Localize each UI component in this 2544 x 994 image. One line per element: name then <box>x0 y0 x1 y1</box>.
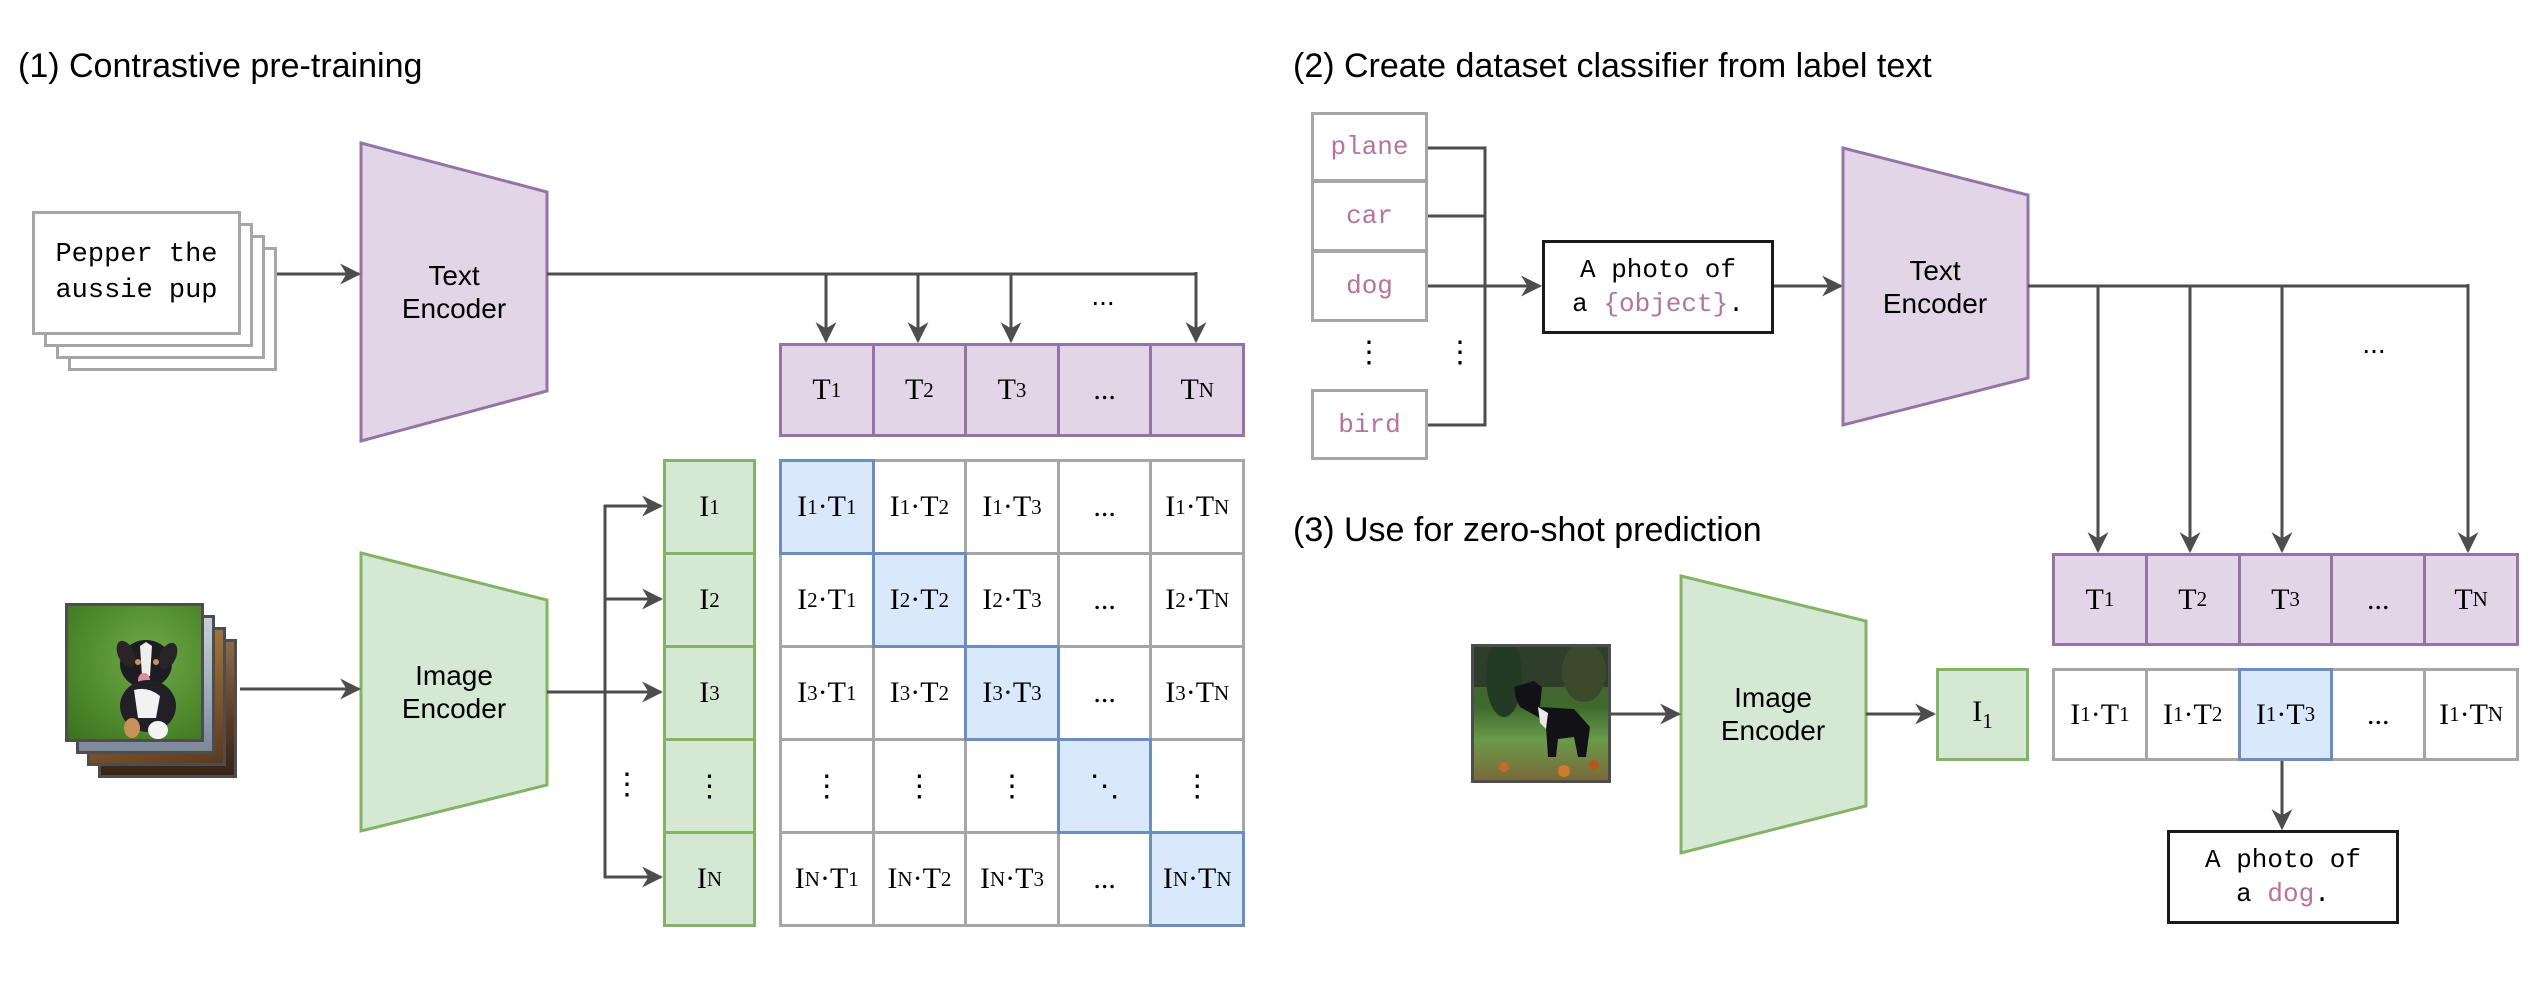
template-line-2: a {object}. <box>1572 287 1744 321</box>
classifier-text-embedding-4: TN <box>2423 553 2519 646</box>
matrix-cell: I 2 ·T N <box>1149 552 1245 648</box>
zero-shot-score-4: I 1 ·T N <box>2423 668 2519 761</box>
matrix-cell-positive-pair: ⋱ <box>1056 738 1153 834</box>
i1-label: I1 <box>1972 695 1993 733</box>
image-embedding-3: ⋮ <box>663 738 756 834</box>
image-encoder-label-line-2: Encoder <box>401 693 507 724</box>
ellipsis-classifier-arrows: ... <box>2362 328 2386 359</box>
caption-line-1: Pepper the <box>55 240 218 270</box>
matrix-cell: ⋮ <box>871 738 968 834</box>
matrix-cell: I 1 ·T 2 <box>871 459 968 555</box>
class-label-dog: dog <box>1311 250 1428 322</box>
section-1-title: (1) Contrastive pre-training <box>18 47 423 85</box>
ellipsis-label-wires: ⋮ <box>1445 336 1475 369</box>
text-embedding-0: T1 <box>779 343 875 437</box>
template-line-1: A photo of <box>1579 255 1737 285</box>
dog-image-icon <box>1474 647 1608 777</box>
zero-shot-score-1: I 1 ·T 2 <box>2144 668 2241 761</box>
image-embedding-column: I 1 I 2 I 3 ⋮ I N <box>663 459 756 927</box>
image-encoder-2-label-line-1: Image <box>1734 682 1812 713</box>
puppy-image-icon <box>116 640 178 739</box>
classifier-text-embedding-2: T3 <box>2237 553 2334 646</box>
ellipsis-labels: ⋮ <box>1354 336 1384 369</box>
matrix-cell-positive-pair: I N ·T N <box>1149 831 1245 927</box>
matrix-cell: I 3 ·T 2 <box>871 645 968 741</box>
template-suffix: . <box>1728 289 1744 319</box>
zero-shot-score-row: I 1 ·T 1 I 1 ·T 2 I 1 ·T 3... I 1 ·T N <box>2052 668 2519 761</box>
matrix-cell: I 3 ·T N <box>1149 645 1245 741</box>
classifier-text-embedding-3: ... <box>2330 553 2427 646</box>
text-encoder-label-line-1: Text <box>428 260 480 291</box>
image-encoder-2-label-line-2: Encoder <box>1720 715 1826 746</box>
result-line-1: A photo of <box>2204 845 2362 875</box>
caption-line-2: aussie pup <box>55 276 218 306</box>
ellipsis-image-arrows: ⋮ <box>612 768 642 801</box>
matrix-cell: I 2 ·T 1 <box>779 552 875 648</box>
dog-photo <box>1471 644 1611 783</box>
text-embedding-4: TN <box>1149 343 1245 437</box>
result-class: dog <box>2267 879 2315 909</box>
image-embedding-0: I1 <box>663 459 756 555</box>
result-suffix: . <box>2314 879 2330 909</box>
clip-diagram: (1) Contrastive pre-training (2) Create … <box>0 0 2544 994</box>
matrix-cell: I N ·T 1 <box>779 831 875 927</box>
matrix-cell: I 1 ·T N <box>1149 459 1245 555</box>
matrix-cell: ... <box>1056 645 1153 741</box>
result-line-2: a dog. <box>2236 877 2330 911</box>
zero-shot-score-3: ... <box>2330 668 2427 761</box>
image-encoder-2-label: Image Encoder <box>1721 681 1825 747</box>
matrix-cell: ⋮ <box>779 738 875 834</box>
image-embedding-2: I3 <box>663 645 756 741</box>
result-prefix: a <box>2236 879 2268 909</box>
classifier-text-embedding-row: T 1 T 2 T 3... T N <box>2052 553 2519 646</box>
class-label-plane: plane <box>1311 112 1428 182</box>
text-encoder-2-label-line-1: Text <box>1909 255 1961 286</box>
similarity-matrix: I 1 ·T 1 I 1 ·T 2 I 1 ·T 3... I 1 ·T N I 2 ·T 1 I 2 ·T 2 I 2 ·T 3..… <box>779 459 1245 927</box>
prediction-result: A photo of a dog. <box>2167 830 2399 924</box>
text-encoder-2-label-line-2: Encoder <box>1882 288 1988 319</box>
matrix-cell: I 2 ·T 3 <box>964 552 1060 648</box>
ellipsis-text-arrows: ... <box>1091 280 1115 311</box>
template-placeholder: {object} <box>1603 289 1729 319</box>
text-card-caption: Pepper the aussie pup <box>32 211 241 335</box>
matrix-cell: ... <box>1056 552 1153 648</box>
classifier-text-embedding-0: T1 <box>2052 553 2148 646</box>
text-embedding-3: ... <box>1056 343 1153 437</box>
text-embedding-2: T3 <box>964 343 1060 437</box>
image-encoder-label-line-1: Image <box>415 660 493 691</box>
section-3-title: (3) Use for zero-shot prediction <box>1293 511 1762 549</box>
matrix-cell: ... <box>1056 459 1153 555</box>
matrix-cell: I N ·T 3 <box>964 831 1060 927</box>
connector-layer <box>240 141 2479 888</box>
puppy-photo <box>65 603 204 742</box>
matrix-cell: ... <box>1056 831 1153 927</box>
section-2-title: (2) Create dataset classifier from label… <box>1293 47 1932 85</box>
text-encoder-2-label: Text Encoder <box>1883 254 1987 320</box>
classifier-text-embedding-1: T2 <box>2144 553 2241 646</box>
matrix-cell: ⋮ <box>964 738 1060 834</box>
prompt-template: A photo of a {object}. <box>1542 240 1774 334</box>
template-prefix: a <box>1572 289 1604 319</box>
matrix-cell: ⋮ <box>1149 738 1245 834</box>
matrix-cell: I 3 ·T 1 <box>779 645 875 741</box>
matrix-cell: I 1 ·T 3 <box>964 459 1060 555</box>
matrix-cell: I N ·T 2 <box>871 831 968 927</box>
text-encoder-label-line-2: Encoder <box>401 293 507 324</box>
image-embedding-4: IN <box>663 831 756 927</box>
class-label-bird: bird <box>1311 389 1428 460</box>
matrix-cell-positive-pair: I 1 ·T 1 <box>779 459 875 555</box>
image-encoder-label: Image Encoder <box>402 659 506 725</box>
zero-shot-score-0: I 1 ·T 1 <box>2052 668 2148 761</box>
class-label-car: car <box>1311 180 1428 252</box>
image-embedding-1: I2 <box>663 552 756 648</box>
matrix-cell-positive-pair: I 3 ·T 3 <box>964 645 1060 741</box>
zero-shot-score-2: I 1 ·T 3 <box>2237 668 2334 761</box>
matrix-cell-positive-pair: I 2 ·T 2 <box>871 552 968 648</box>
text-embedding-row: T 1 T 2 T 3... T N <box>779 343 1245 437</box>
text-embedding-1: T2 <box>871 343 968 437</box>
text-encoder-label: Text Encoder <box>402 259 506 325</box>
zero-shot-image-embedding: I1 <box>1936 668 2029 761</box>
